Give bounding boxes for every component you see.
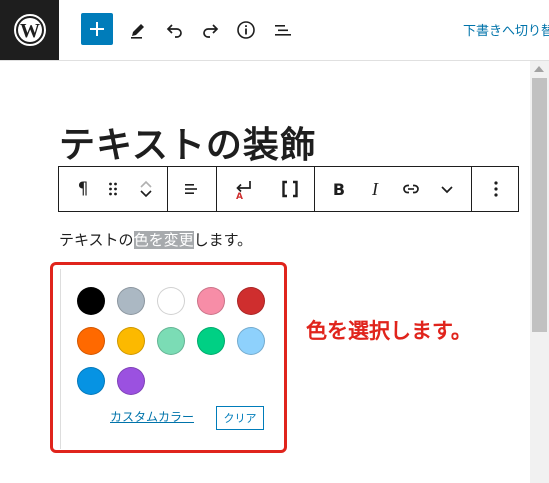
custom-color-link[interactable]: カスタムカラー bbox=[110, 408, 194, 425]
color-swatch[interactable] bbox=[117, 327, 145, 355]
color-swatch[interactable] bbox=[77, 327, 105, 355]
format-group: B I bbox=[314, 167, 472, 211]
color-palette-popover: カスタムカラー クリア bbox=[50, 262, 287, 453]
selected-text[interactable]: 色を変更 bbox=[133, 231, 194, 249]
shortcode-bracket-icon bbox=[282, 180, 298, 198]
redo-icon bbox=[203, 24, 219, 38]
more-formats-button[interactable] bbox=[430, 167, 464, 211]
color-swatch[interactable] bbox=[197, 327, 225, 355]
undo-icon bbox=[166, 24, 182, 38]
redo-button[interactable] bbox=[194, 14, 226, 46]
paragraph-block[interactable]: テキストの色を変更します。 bbox=[59, 230, 252, 250]
svg-text:W: W bbox=[20, 20, 40, 42]
more-chevron-icon bbox=[441, 186, 453, 194]
pencil-icon bbox=[131, 24, 144, 39]
options-icon bbox=[494, 181, 498, 197]
details-button[interactable] bbox=[230, 14, 262, 46]
align-button[interactable] bbox=[173, 167, 209, 211]
block-tools-group: ¶ bbox=[59, 167, 168, 211]
color-swatch[interactable] bbox=[237, 327, 265, 355]
paragraph-text: テキストの bbox=[59, 231, 134, 249]
block-toolbar: ¶ A B I bbox=[58, 166, 519, 212]
list-view-button[interactable] bbox=[267, 14, 299, 46]
paragraph-text-end: します。 bbox=[193, 231, 253, 249]
switch-to-draft-link[interactable]: 下書きへ切り替 bbox=[463, 20, 549, 39]
block-options-button[interactable] bbox=[481, 167, 511, 211]
tools-button[interactable] bbox=[122, 14, 154, 46]
scroll-up-arrow-icon[interactable] bbox=[534, 66, 544, 72]
align-icon bbox=[185, 184, 197, 194]
color-swatch[interactable] bbox=[117, 367, 145, 395]
post-title[interactable]: テキストの装飾 bbox=[59, 120, 317, 172]
drag-handle-icon bbox=[109, 182, 117, 196]
list-view-icon bbox=[275, 25, 291, 36]
color-swatch[interactable] bbox=[197, 287, 225, 315]
bold-icon: B bbox=[332, 179, 346, 199]
italic-icon: I bbox=[372, 178, 378, 199]
move-down-icon[interactable] bbox=[139, 189, 153, 199]
color-swatch[interactable] bbox=[77, 287, 105, 315]
clear-button[interactable]: クリア bbox=[216, 406, 264, 430]
wordpress-icon: W bbox=[13, 14, 46, 46]
align-group bbox=[167, 167, 217, 211]
color-swatch[interactable] bbox=[77, 367, 105, 395]
scrollbar-thumb[interactable] bbox=[532, 78, 547, 332]
custom-tools-group: A bbox=[216, 167, 315, 211]
paragraph-icon: ¶ bbox=[77, 179, 89, 199]
info-icon bbox=[237, 21, 255, 39]
link-icon bbox=[403, 184, 419, 194]
color-swatch[interactable] bbox=[157, 287, 185, 315]
bold-button[interactable]: B bbox=[322, 167, 356, 211]
color-swatch[interactable] bbox=[117, 287, 145, 315]
block-type-button[interactable]: ¶ bbox=[65, 167, 101, 211]
annotation-text: 色を選択します。 bbox=[306, 319, 472, 343]
wordpress-logo[interactable]: W bbox=[0, 0, 59, 60]
link-button[interactable] bbox=[394, 167, 428, 211]
editor-header: W 下書きへ切り替 bbox=[0, 0, 549, 61]
plus-icon bbox=[90, 22, 104, 36]
italic-button[interactable]: I bbox=[358, 167, 392, 211]
shortcode-button[interactable] bbox=[270, 167, 310, 211]
vertical-scrollbar[interactable] bbox=[530, 61, 549, 483]
undo-button[interactable] bbox=[159, 14, 191, 46]
text-color-icon: A bbox=[236, 181, 251, 201]
color-swatch[interactable] bbox=[237, 287, 265, 315]
popover-edge bbox=[60, 269, 61, 449]
svg-text:A: A bbox=[236, 192, 243, 201]
add-block-button[interactable] bbox=[81, 13, 113, 45]
text-color-button[interactable]: A bbox=[222, 167, 262, 211]
move-block-buttons[interactable] bbox=[131, 167, 161, 211]
color-swatch[interactable] bbox=[157, 327, 185, 355]
move-up-icon[interactable] bbox=[139, 179, 153, 189]
drag-handle[interactable] bbox=[101, 167, 125, 211]
